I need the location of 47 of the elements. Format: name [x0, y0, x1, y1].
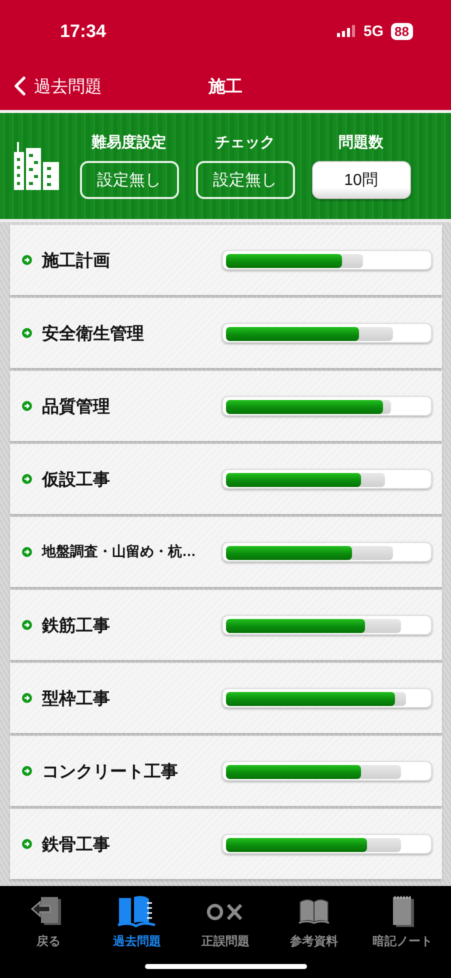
chevron-left-icon — [14, 76, 26, 96]
topic-row[interactable]: 地盤調査・山留め・杭… — [10, 517, 442, 587]
topic-row[interactable]: 鉄筋工事 — [10, 590, 442, 660]
topic-name: 地盤調査・山留め・杭… — [42, 543, 197, 561]
topic-name: 仮設工事 — [42, 468, 111, 490]
tab[interactable]: 過去問題 — [92, 894, 181, 950]
filter-label: チェック — [215, 133, 275, 152]
signal-icon — [336, 25, 357, 37]
topic-name: コンクリート工事 — [42, 760, 179, 782]
filter-label: 難易度設定 — [92, 133, 166, 152]
book-icon — [116, 894, 157, 930]
topic-name: 鉄筋工事 — [42, 614, 111, 636]
topic-name: 品質管理 — [42, 396, 111, 418]
arrow-circle-icon — [22, 328, 32, 338]
tab[interactable]: 暗記ノート — [358, 894, 447, 950]
arrow-circle-icon — [22, 547, 32, 557]
topic-row[interactable]: 品質管理 — [10, 371, 442, 441]
tab[interactable]: 正誤問題 — [181, 894, 270, 950]
status-time: 17:34 — [60, 20, 108, 42]
arrow-circle-icon — [22, 693, 32, 703]
filter-label: 問題数 — [338, 133, 384, 152]
back-button[interactable]: 過去問題 — [0, 74, 108, 98]
arrow-circle-icon — [22, 401, 32, 411]
topic-name: 型枠工事 — [42, 688, 111, 710]
topic-row[interactable]: 施工計画 — [10, 225, 442, 295]
arrow-circle-icon — [22, 839, 32, 849]
topic-row[interactable]: 型枠工事 — [10, 663, 442, 733]
buildings-icon — [12, 142, 62, 190]
filter-select[interactable]: 設定無し — [196, 161, 294, 199]
topic-name: 鉄骨工事 — [42, 834, 111, 856]
topic-name: 施工計画 — [42, 250, 111, 272]
filter-select[interactable]: 設定無し — [80, 161, 178, 199]
topic-row[interactable]: コンクリート工事 — [10, 736, 442, 806]
arrow-circle-icon — [22, 255, 32, 265]
arrow-circle-icon — [22, 766, 32, 776]
arrow-circle-icon — [22, 620, 32, 630]
arrow-circle-icon — [22, 474, 32, 484]
topic-row[interactable]: 鉄骨工事 — [10, 809, 442, 879]
screen-title: 施工 — [208, 76, 242, 98]
network-label: 5G — [364, 22, 384, 40]
tab[interactable]: 戻る — [4, 894, 92, 950]
topic-row[interactable]: 安全衛生管理 — [10, 298, 442, 368]
filter-select[interactable]: 10問 — [312, 161, 410, 199]
topic-name: 安全衛生管理 — [42, 322, 145, 344]
topic-row[interactable]: 仮設工事 — [10, 444, 442, 514]
battery-level: 88 — [390, 22, 413, 40]
tab[interactable]: 参考資料 — [270, 894, 358, 950]
